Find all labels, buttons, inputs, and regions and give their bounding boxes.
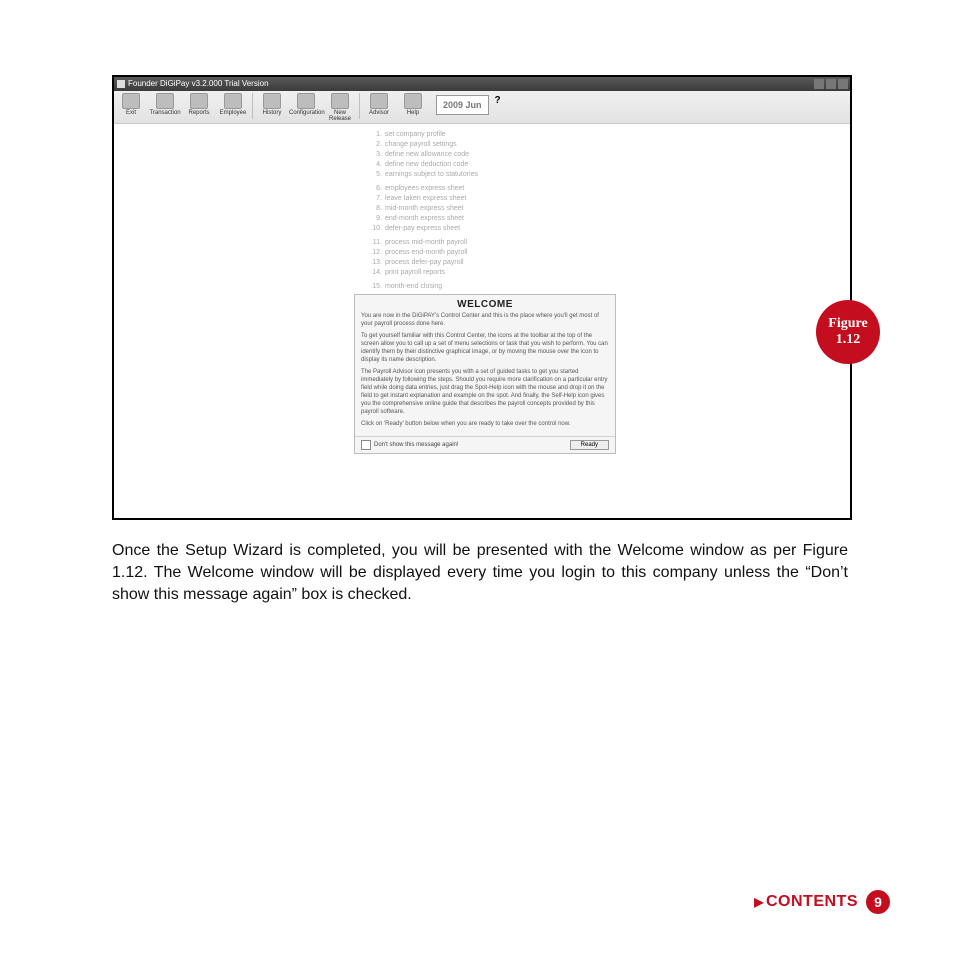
advisor-task-item[interactable]: 3.define new allowance code (368, 150, 478, 160)
window-controls (814, 79, 848, 89)
advisor-task-item[interactable]: 9.end-month express sheet (368, 214, 478, 224)
toolbar-advisor[interactable]: Advisor (362, 93, 396, 116)
play-icon: ▶ (754, 895, 764, 909)
advisor-task-item[interactable]: 8.mid-month express sheet (368, 204, 478, 214)
task-number: 12. (368, 248, 382, 258)
configuration-icon (297, 93, 315, 109)
task-label: employees express sheet (385, 185, 464, 192)
task-label: earnings subject to statutories (385, 171, 478, 178)
body-paragraph: Once the Setup Wizard is completed, you … (112, 540, 848, 606)
task-number: 5. (368, 170, 382, 180)
task-label: set company profile (385, 131, 446, 138)
advisor-task-item[interactable]: 13.process defer-pay payroll (368, 258, 478, 268)
task-number: 2. (368, 140, 382, 150)
welcome-dialog-body: You are now in the DiGiPAY's Control Cen… (355, 312, 615, 436)
advisor-task-item[interactable]: 15.month-end closing (368, 282, 478, 292)
task-label: leave taken express sheet (385, 195, 466, 202)
advisor-task-item[interactable]: 1.set company profile (368, 130, 478, 140)
task-number: 11. (368, 238, 382, 248)
task-number: 3. (368, 150, 382, 160)
advisor-task-item[interactable]: 11.process mid-month payroll (368, 238, 478, 248)
new-release-icon (331, 93, 349, 109)
advisor-task-item[interactable]: 5.earnings subject to statutories (368, 170, 478, 180)
page-number: 9 (866, 890, 890, 914)
task-label: process mid-month payroll (385, 239, 467, 246)
contents-link[interactable]: ▶CONTENTS (754, 893, 858, 911)
exit-icon (122, 93, 140, 109)
welcome-paragraph: To get yourself familiar with this Contr… (361, 332, 609, 364)
main-toolbar: Exit Transaction Reports Employee Histor… (114, 91, 850, 124)
task-label: process defer-pay payroll (385, 259, 464, 266)
task-number: 9. (368, 214, 382, 224)
transaction-icon (156, 93, 174, 109)
window-title: Founder DiGiPay v3.2.000 Trial Version (128, 79, 269, 88)
advisor-task-item[interactable]: 4.define new deduction code (368, 160, 478, 170)
toolbar-help[interactable]: Help (396, 93, 430, 116)
help-icon (404, 93, 422, 109)
welcome-dialog: WELCOME You are now in the DiGiPAY's Con… (354, 294, 616, 454)
toolbar-new-release[interactable]: New Release (323, 93, 357, 122)
welcome-paragraph: The Payroll Advisor icon presents you wi… (361, 368, 609, 416)
advisor-task-item[interactable]: 14.print payroll reports (368, 268, 478, 278)
employee-icon (224, 93, 242, 109)
figure-badge-number: 1.12 (816, 332, 880, 348)
task-label: process end-month payroll (385, 249, 468, 256)
toolbar-transaction[interactable]: Transaction (148, 93, 182, 116)
task-number: 8. (368, 204, 382, 214)
toolbar-configuration[interactable]: Configuration (289, 93, 323, 116)
toolbar-separator (252, 93, 253, 119)
ready-button[interactable]: Ready (570, 440, 609, 450)
close-icon[interactable] (838, 79, 848, 89)
advisor-task-item[interactable]: 2.change payroll settings (368, 140, 478, 150)
window-titlebar: Founder DiGiPay v3.2.000 Trial Version (114, 77, 850, 91)
minimize-icon[interactable] (814, 79, 824, 89)
task-label: defer-pay express sheet (385, 225, 460, 232)
toolbar-separator (359, 93, 360, 119)
task-number: 4. (368, 160, 382, 170)
task-label: mid-month express sheet (385, 205, 464, 212)
whats-this-icon[interactable]: ? (495, 95, 501, 106)
advisor-icon (370, 93, 388, 109)
toolbar-exit[interactable]: Exit (114, 93, 148, 116)
task-label: define new deduction code (385, 161, 468, 168)
task-label: end-month express sheet (385, 215, 464, 222)
advisor-task-item[interactable]: 12.process end-month payroll (368, 248, 478, 258)
task-number: 6. (368, 184, 382, 194)
task-number: 7. (368, 194, 382, 204)
advisor-task-item[interactable]: 10.defer-pay express sheet (368, 224, 478, 234)
welcome-dialog-footer: Don't show this message again! Ready (355, 436, 615, 453)
task-label: month-end closing (385, 283, 442, 290)
figure-badge: Figure 1.12 (816, 300, 880, 364)
advisor-task-list: 1.set company profile2.change payroll se… (368, 130, 478, 296)
task-number: 14. (368, 268, 382, 278)
toolbar-reports[interactable]: Reports (182, 93, 216, 116)
task-label: define new allowance code (385, 151, 469, 158)
period-selector[interactable]: 2009 Jun (436, 95, 489, 115)
task-label: change payroll settings (385, 141, 457, 148)
welcome-paragraph: You are now in the DiGiPAY's Control Cen… (361, 312, 609, 328)
maximize-icon[interactable] (826, 79, 836, 89)
welcome-paragraph: Click on 'Ready' button below when you a… (361, 420, 609, 428)
history-icon (263, 93, 281, 109)
task-number: 10. (368, 224, 382, 234)
advisor-task-item[interactable]: 6.employees express sheet (368, 184, 478, 194)
advisor-task-item[interactable]: 7.leave taken express sheet (368, 194, 478, 204)
task-number: 15. (368, 282, 382, 292)
reports-icon (190, 93, 208, 109)
toolbar-employee[interactable]: Employee (216, 93, 250, 116)
dont-show-label: Don't show this message again! (374, 442, 570, 448)
task-number: 1. (368, 130, 382, 140)
dont-show-checkbox[interactable] (361, 440, 371, 450)
task-number: 13. (368, 258, 382, 268)
figure-badge-label: Figure (816, 316, 880, 332)
welcome-dialog-title: WELCOME (355, 295, 615, 312)
task-label: print payroll reports (385, 269, 445, 276)
figure-screenshot: Founder DiGiPay v3.2.000 Trial Version E… (112, 75, 852, 520)
content-area: 1.set company profile2.change payroll se… (114, 124, 850, 520)
page-footer: ▶CONTENTS 9 (754, 890, 890, 914)
toolbar-history[interactable]: History (255, 93, 289, 116)
